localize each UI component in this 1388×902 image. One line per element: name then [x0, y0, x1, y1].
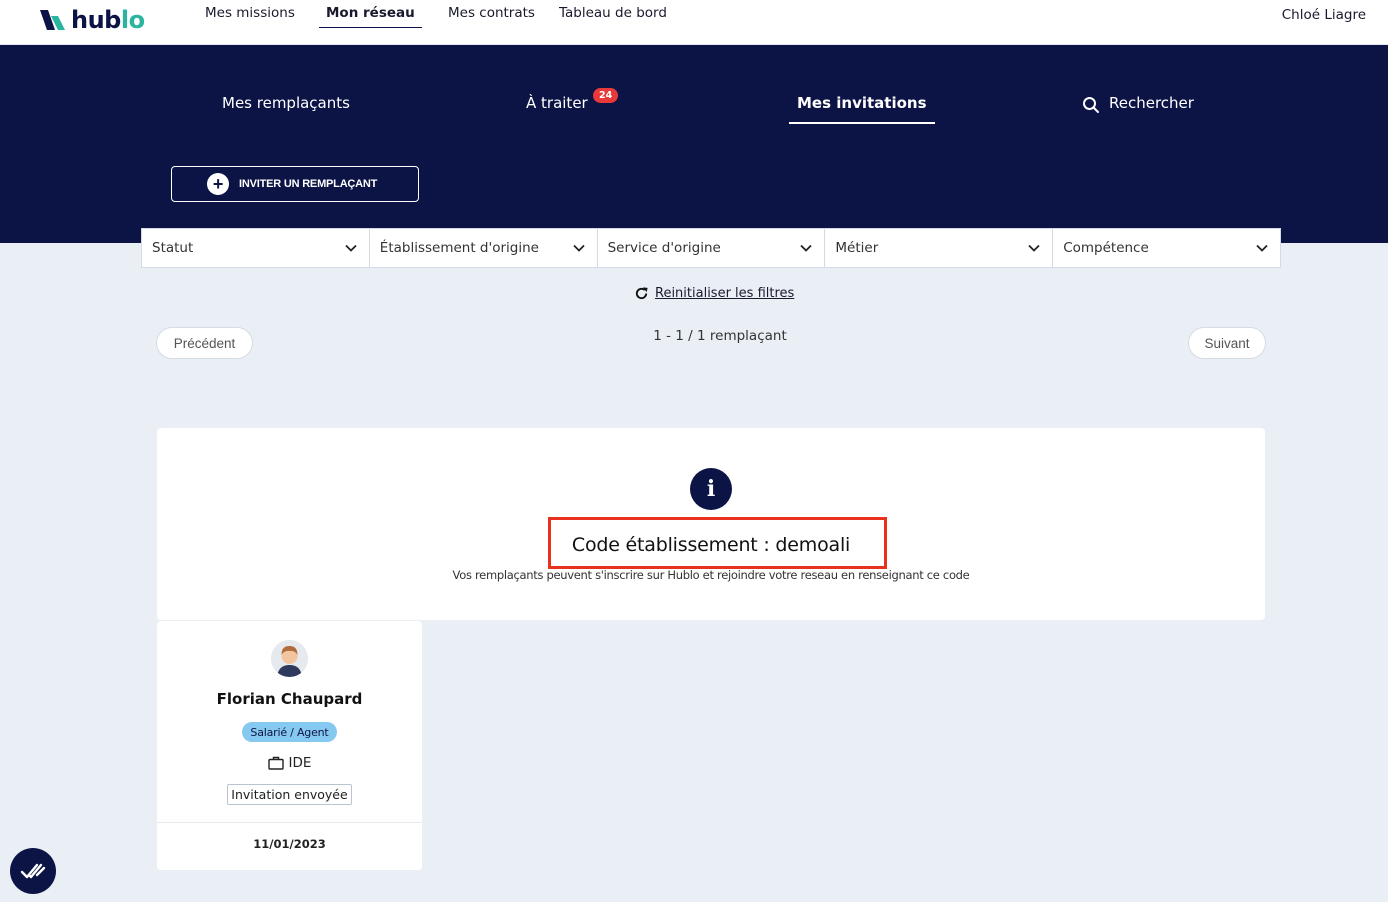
invitation-status-chip: Invitation envoyée — [227, 784, 352, 805]
reset-filters-label: Reinitialiser les filtres — [655, 286, 795, 301]
filter-metier[interactable]: Métier — [825, 229, 1054, 267]
results-count: 1 - 1 / 1 remplaçant — [653, 328, 787, 344]
filter-label: Métier — [835, 240, 879, 256]
search-icon — [1083, 97, 1099, 113]
tab-rechercher[interactable]: Rechercher — [1082, 94, 1194, 124]
briefcase-icon — [267, 756, 284, 770]
info-icon: i — [690, 468, 732, 510]
refresh-icon — [635, 287, 648, 300]
pending-count-badge: 24 — [593, 88, 619, 103]
filter-bar: Statut Établissement d'origine Service d… — [141, 228, 1281, 268]
chevron-down-icon — [572, 244, 585, 252]
filter-etablissement[interactable]: Établissement d'origine — [370, 229, 598, 267]
tab-mes-remplacants[interactable]: Mes remplaçants — [222, 94, 350, 124]
establishment-code-help: Vos remplaçants peuvent s'inscrire sur H… — [452, 568, 970, 582]
establishment-code-title: Code établissement : demoali — [571, 534, 851, 556]
role-badge: Salarié / Agent — [242, 722, 337, 742]
filter-statut[interactable]: Statut — [142, 229, 370, 267]
invitation-date: 11/01/2023 — [253, 837, 326, 851]
avatar — [271, 640, 308, 677]
job-label: IDE — [288, 755, 312, 771]
chevron-down-icon — [800, 244, 813, 252]
filter-label: Compétence — [1063, 240, 1149, 256]
filter-label: Établissement d'origine — [379, 240, 539, 256]
hublo-logo[interactable]: hublo — [38, 6, 145, 34]
invite-replacement-button[interactable]: + INVITER UN REMPLAÇANT — [171, 166, 419, 202]
filter-service[interactable]: Service d'origine — [598, 229, 826, 267]
job-line: IDE — [157, 755, 422, 771]
replacement-card[interactable]: Florian Chaupard Salarié / Agent IDE Inv… — [157, 621, 422, 870]
nav-tableau-de-bord[interactable]: Tableau de bord — [559, 5, 667, 27]
filter-label: Service d'origine — [607, 240, 721, 256]
card-person-name: Florian Chaupard — [216, 690, 363, 708]
double-check-icon — [20, 863, 46, 879]
top-navigation: hublo Mes missions Mon réseau Mes contra… — [0, 0, 1388, 45]
filter-label: Statut — [152, 240, 194, 256]
tab-a-traiter[interactable]: À traiter — [526, 94, 588, 124]
chevron-down-icon — [1028, 244, 1040, 252]
establishment-code-panel: i Code établissement : demoali Vos rempl… — [157, 428, 1265, 620]
nav-mon-reseau[interactable]: Mon réseau — [319, 5, 422, 28]
hublo-logo-text: hublo — [71, 6, 145, 34]
avatar-person-icon — [271, 640, 308, 677]
nav-mes-missions[interactable]: Mes missions — [205, 5, 295, 27]
reset-filters-link[interactable]: Reinitialiser les filtres — [634, 286, 794, 301]
filter-competence[interactable]: Compétence — [1053, 229, 1280, 267]
network-header-band: Mes remplaçants À traiter 24 Mes invitat… — [0, 45, 1388, 243]
previous-page-button[interactable]: Précédent — [156, 327, 253, 359]
tab-rechercher-label: Rechercher — [1109, 94, 1194, 112]
checklist-fab-button[interactable] — [10, 848, 56, 894]
hublo-logo-mark-icon — [40, 10, 65, 30]
chevron-down-icon — [1256, 244, 1268, 252]
card-divider — [157, 822, 422, 823]
next-page-button[interactable]: Suivant — [1188, 327, 1266, 359]
invite-button-label: INVITER UN REMPLAÇANT — [239, 178, 378, 190]
user-menu[interactable]: Chloé Liagre — [1282, 7, 1366, 23]
nav-mes-contrats[interactable]: Mes contrats — [448, 5, 535, 27]
plus-circle-icon: + — [207, 173, 229, 195]
chevron-down-icon — [345, 244, 357, 252]
tab-mes-invitations[interactable]: Mes invitations — [789, 94, 935, 124]
